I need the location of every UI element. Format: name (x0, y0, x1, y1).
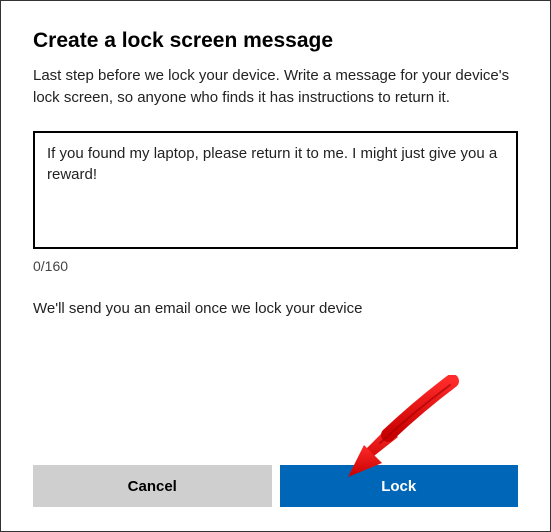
lock-message-input[interactable] (33, 131, 518, 249)
dialog-description: Last step before we lock your device. Wr… (33, 65, 518, 109)
email-confirmation-note: We'll send you an email once we lock you… (33, 300, 518, 317)
dialog-title: Create a lock screen message (33, 29, 518, 53)
cancel-button[interactable]: Cancel (33, 465, 272, 507)
lock-button[interactable]: Lock (280, 465, 519, 507)
dialog-button-row: Cancel Lock (33, 465, 518, 507)
character-counter: 0/160 (33, 258, 518, 274)
